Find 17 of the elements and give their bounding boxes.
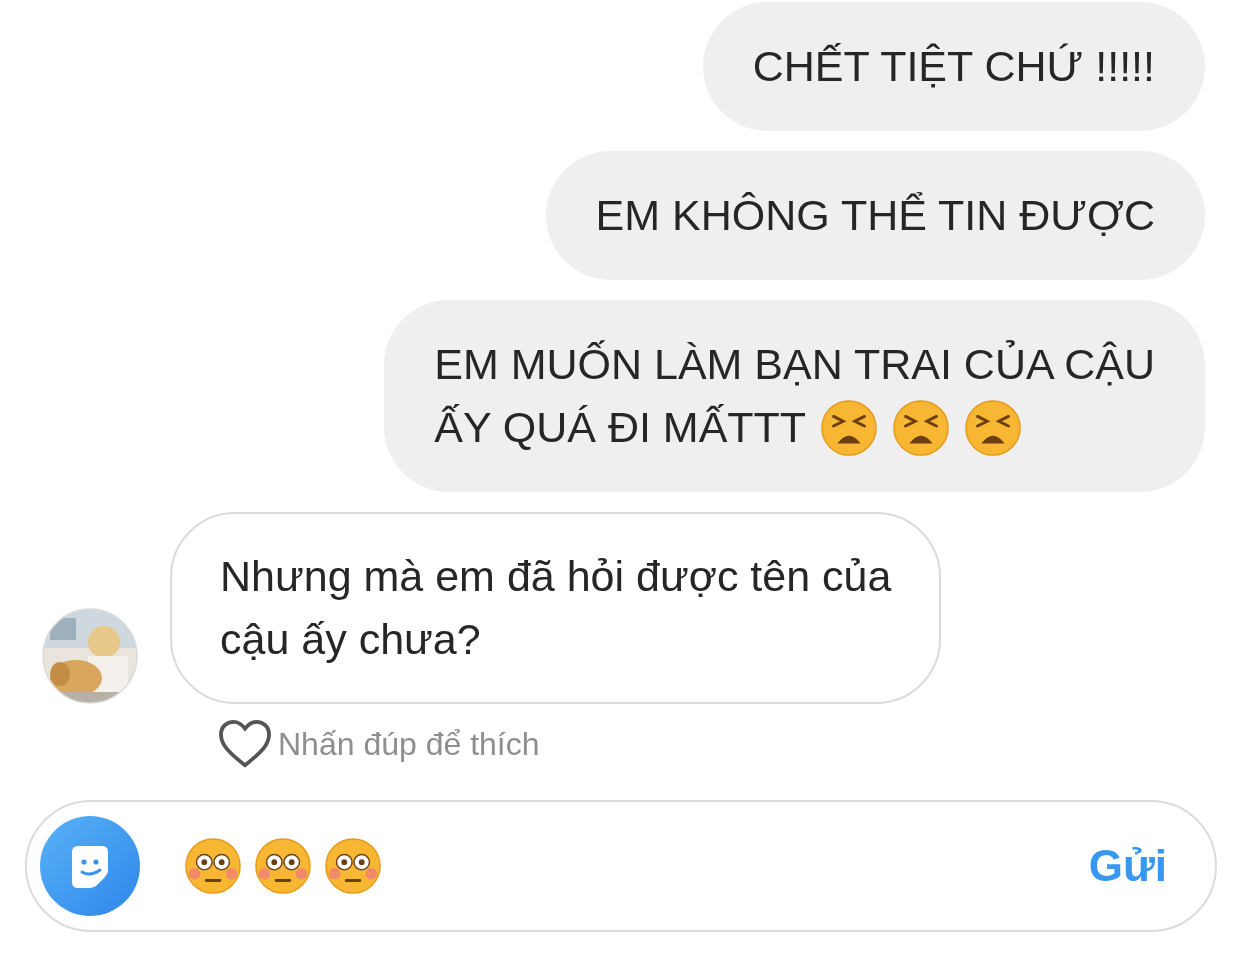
flushed-face-icon (324, 837, 382, 895)
tired-face-icon (892, 398, 951, 457)
message-text: Nhưng mà em đã hỏi được tên của (220, 551, 892, 602)
message-text: EM KHÔNG THỂ TIN ĐƯỢC (595, 190, 1155, 241)
tired-face-icon (820, 398, 879, 457)
flushed-face-icon (254, 837, 312, 895)
heart-icon[interactable] (218, 719, 272, 769)
message-text: cậu ấy chưa? (220, 614, 481, 665)
message-text: EM MUỐN LÀM BẠN TRAI CỦA CẬU (434, 339, 1155, 390)
flushed-face-icon (184, 837, 242, 895)
message-text: CHẾT TIỆT CHỨ !!!!! (752, 41, 1155, 92)
tired-face-icon (964, 398, 1023, 457)
message-text: ẤY QUÁ ĐI MẤTTT (434, 402, 807, 453)
message-field[interactable]: Gửi (25, 800, 1217, 932)
sticker-button[interactable] (40, 816, 140, 916)
send-button[interactable]: Gửi (1088, 841, 1167, 891)
like-hint: Nhấn đúp để thích (278, 725, 540, 763)
